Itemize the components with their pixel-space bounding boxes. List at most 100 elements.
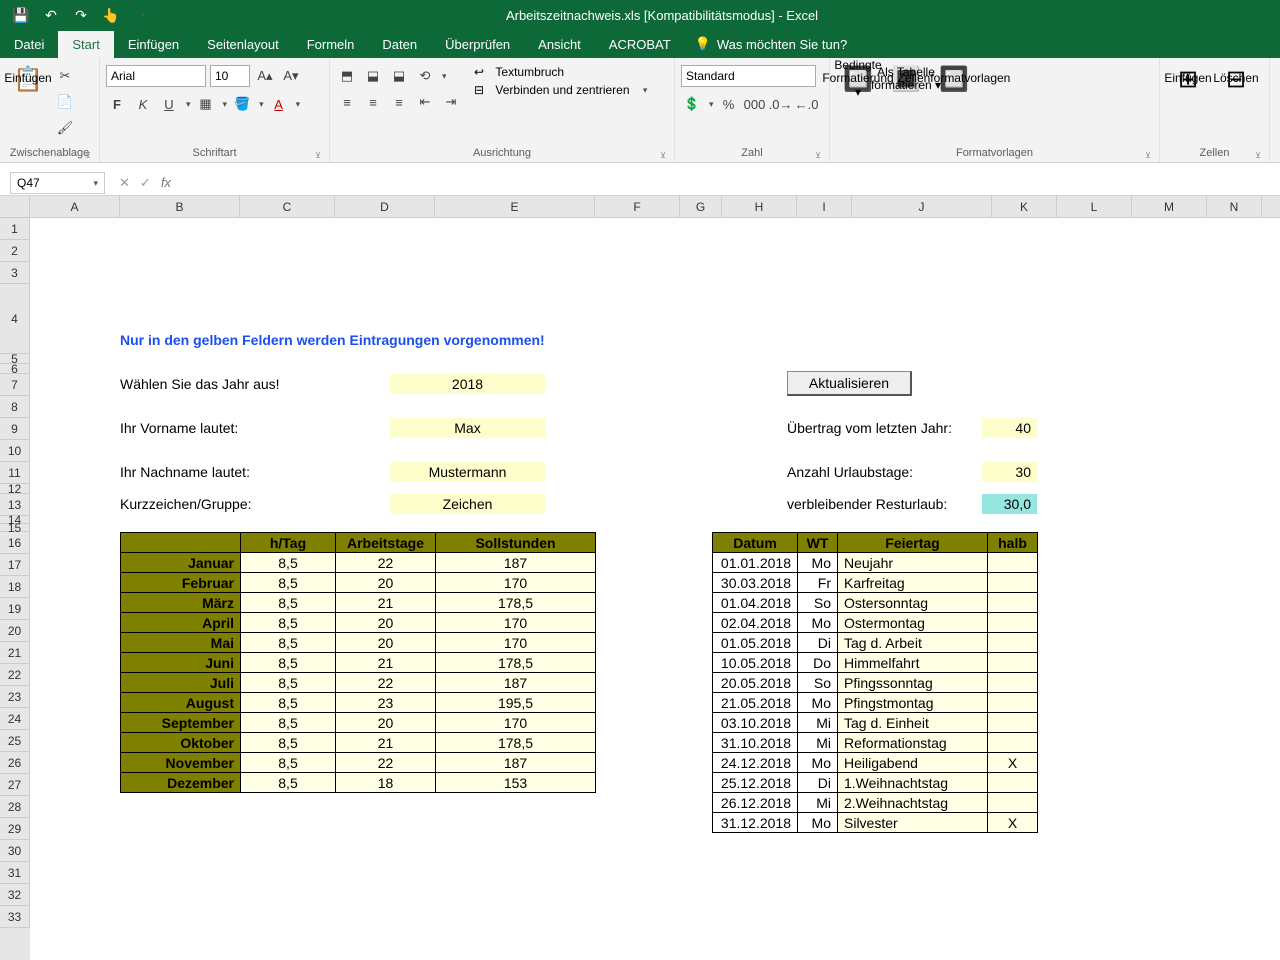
save-icon[interactable]: 💾 — [10, 4, 32, 26]
cell-firstname[interactable]: Max — [390, 418, 545, 438]
align-middle-icon[interactable]: ⬓ — [362, 65, 384, 87]
row-header-29[interactable]: 29 — [0, 818, 30, 840]
tab-start[interactable]: Start — [58, 30, 113, 58]
align-left-icon[interactable]: ≡ — [336, 91, 358, 113]
borders-icon[interactable]: ▦ — [195, 93, 217, 115]
row-header-17[interactable]: 17 — [0, 554, 30, 576]
table-row[interactable]: Januar8,522187 — [121, 553, 596, 573]
table-row[interactable]: Juli8,522187 — [121, 673, 596, 693]
table-row[interactable]: 01.01.2018MoNeujahr — [713, 553, 1038, 573]
decrease-decimal-icon[interactable]: ←.0 — [796, 93, 818, 115]
row-header-8[interactable]: 8 — [0, 396, 30, 418]
row-header-33[interactable]: 33 — [0, 906, 30, 928]
months-table[interactable]: h/TagArbeitstageSollstundenJanuar8,52218… — [120, 532, 596, 793]
row-header-22[interactable]: 22 — [0, 664, 30, 686]
row-header-2[interactable]: 2 — [0, 240, 30, 262]
table-row[interactable]: 10.05.2018DoHimmelfahrt — [713, 653, 1038, 673]
format-painter-icon[interactable]: 🖌 — [54, 117, 76, 139]
table-row[interactable]: 24.12.2018MoHeiligabendX — [713, 753, 1038, 773]
col-header-M[interactable]: M — [1132, 196, 1207, 217]
tab-ueberpruefen[interactable]: Überprüfen — [431, 30, 524, 58]
undo-icon[interactable]: ↶ — [40, 4, 62, 26]
font-name-combo[interactable] — [106, 65, 206, 87]
fx-icon[interactable]: fx — [161, 175, 179, 191]
row-header-28[interactable]: 28 — [0, 796, 30, 818]
row-header-6[interactable]: 6 — [0, 364, 30, 374]
delete-cells-button[interactable]: ⊟Löschen — [1214, 61, 1258, 97]
table-row[interactable]: November8,522187 — [121, 753, 596, 773]
col-header-C[interactable]: C — [240, 196, 335, 217]
tab-ansicht[interactable]: Ansicht — [524, 30, 595, 58]
row-header-12[interactable]: 12 — [0, 484, 30, 494]
orientation-icon[interactable]: ⟲ — [414, 65, 436, 87]
col-header-A[interactable]: A — [30, 196, 120, 217]
font-size-combo[interactable] — [210, 65, 250, 87]
table-row[interactable]: 31.10.2018MiReformationstag — [713, 733, 1038, 753]
spreadsheet-grid[interactable]: ABCDEFGHIJKLMN 1234567891011121314151617… — [0, 196, 1280, 960]
italic-button[interactable]: K — [132, 93, 154, 115]
table-row[interactable]: Februar8,520170 — [121, 573, 596, 593]
touch-mode-icon[interactable]: 👆 — [100, 4, 122, 26]
col-header-L[interactable]: L — [1057, 196, 1132, 217]
col-header-I[interactable]: I — [797, 196, 852, 217]
align-top-icon[interactable]: ⬒ — [336, 65, 358, 87]
table-row[interactable]: März8,521178,5 — [121, 593, 596, 613]
tab-acrobat[interactable]: ACROBAT — [595, 30, 685, 58]
tab-formeln[interactable]: Formeln — [293, 30, 369, 58]
shrink-font-icon[interactable]: A▾ — [280, 65, 302, 87]
cancel-icon[interactable]: ✕ — [119, 175, 130, 191]
insert-cells-button[interactable]: ⊞Einfügen — [1166, 61, 1210, 97]
col-header-K[interactable]: K — [992, 196, 1057, 217]
col-header-E[interactable]: E — [435, 196, 595, 217]
table-row[interactable]: 20.05.2018SoPfingssonntag — [713, 673, 1038, 693]
table-row[interactable]: 01.04.2018SoOstersonntag — [713, 593, 1038, 613]
col-header-J[interactable]: J — [852, 196, 992, 217]
name-box[interactable]: Q47▾ — [10, 172, 105, 194]
row-header-30[interactable]: 30 — [0, 840, 30, 862]
enter-icon[interactable]: ✓ — [140, 175, 151, 191]
table-row[interactable]: 30.03.2018FrKarfreitag — [713, 573, 1038, 593]
tab-seitenlayout[interactable]: Seitenlayout — [193, 30, 293, 58]
holidays-table[interactable]: DatumWTFeiertaghalb01.01.2018MoNeujahr30… — [712, 532, 1038, 833]
increase-indent-icon[interactable]: ⇥ — [440, 91, 462, 113]
table-row[interactable]: Dezember8,518153 — [121, 773, 596, 793]
table-row[interactable]: 25.12.2018Di1.Weihnachtstag — [713, 773, 1038, 793]
underline-button[interactable]: U — [158, 93, 180, 115]
cells-area[interactable]: Nur in den gelben Feldern werden Eintrag… — [30, 218, 1280, 960]
col-header-N[interactable]: N — [1207, 196, 1262, 217]
row-header-10[interactable]: 10 — [0, 440, 30, 462]
col-header-B[interactable]: B — [120, 196, 240, 217]
cell-year[interactable]: 2018 — [390, 374, 545, 394]
align-center-icon[interactable]: ≡ — [362, 91, 384, 113]
row-header-20[interactable]: 20 — [0, 620, 30, 642]
table-row[interactable]: Oktober8,521178,5 — [121, 733, 596, 753]
fill-color-icon[interactable]: 🪣 — [231, 93, 253, 115]
row-header-7[interactable]: 7 — [0, 374, 30, 396]
merge-center-button[interactable]: ⊟ Verbinden und zentrieren ▾ — [474, 83, 647, 97]
tab-datei[interactable]: Datei — [0, 30, 58, 58]
table-row[interactable]: April8,520170 — [121, 613, 596, 633]
row-header-27[interactable]: 27 — [0, 774, 30, 796]
qat-dropdown-icon[interactable]: ▾ — [132, 4, 154, 26]
table-row[interactable]: 31.12.2018MoSilvesterX — [713, 813, 1038, 833]
table-row[interactable]: 01.05.2018DiTag d. Arbeit — [713, 633, 1038, 653]
bold-button[interactable]: F — [106, 93, 128, 115]
select-all-corner[interactable] — [0, 196, 30, 217]
number-format-combo[interactable] — [681, 65, 816, 87]
grow-font-icon[interactable]: A▴ — [254, 65, 276, 87]
accounting-format-icon[interactable]: 💲 — [681, 93, 703, 115]
row-header-23[interactable]: 23 — [0, 686, 30, 708]
row-header-31[interactable]: 31 — [0, 862, 30, 884]
cell-uebertrag[interactable]: 40 — [982, 418, 1037, 438]
table-row[interactable]: Mai8,520170 — [121, 633, 596, 653]
table-row[interactable]: 26.12.2018Mi2.Weihnachtstag — [713, 793, 1038, 813]
wrap-text-button[interactable]: ↩ Textumbruch — [474, 65, 647, 79]
cell-kurz[interactable]: Zeichen — [390, 494, 545, 514]
table-row[interactable]: 03.10.2018MiTag d. Einheit — [713, 713, 1038, 733]
cut-icon[interactable]: ✂ — [54, 65, 76, 87]
align-right-icon[interactable]: ≡ — [388, 91, 410, 113]
tell-me-search[interactable]: 💡 Was möchten Sie tun? — [695, 36, 848, 52]
col-header-D[interactable]: D — [335, 196, 435, 217]
row-header-32[interactable]: 32 — [0, 884, 30, 906]
formula-input[interactable] — [193, 172, 1280, 194]
